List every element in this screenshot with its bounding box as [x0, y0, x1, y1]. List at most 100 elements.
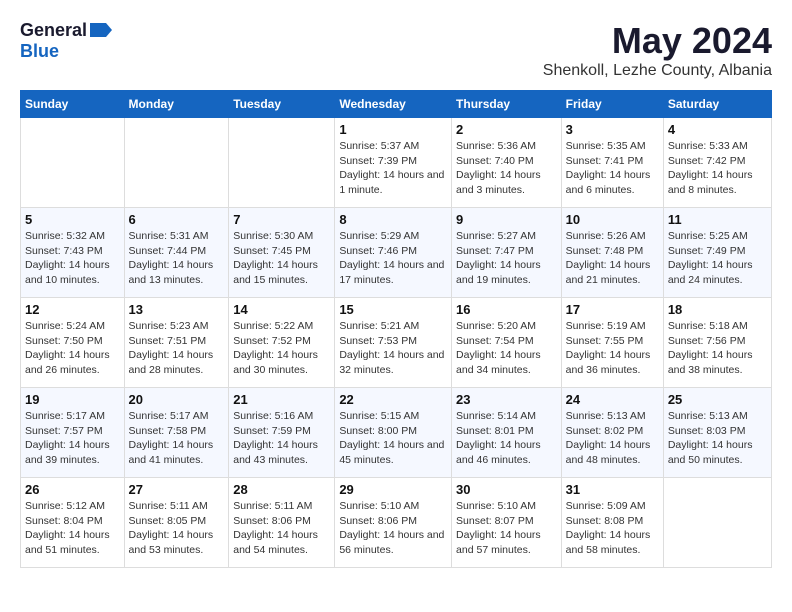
day-info: Sunrise: 5:16 AMSunset: 7:59 PMDaylight:… [233, 409, 330, 468]
day-number: 31 [566, 482, 659, 497]
header-day-saturday: Saturday [663, 91, 771, 118]
day-number: 6 [129, 212, 225, 227]
day-number: 30 [456, 482, 557, 497]
day-number: 13 [129, 302, 225, 317]
day-info: Sunrise: 5:26 AMSunset: 7:48 PMDaylight:… [566, 229, 659, 288]
calendar-cell: 31 Sunrise: 5:09 AMSunset: 8:08 PMDayligh… [561, 478, 663, 568]
day-number: 15 [339, 302, 447, 317]
calendar-week-row: 1Sunrise: 5:37 AMSunset: 7:39 PMDaylight… [21, 118, 772, 208]
calendar-cell: 21 Sunrise: 5:16 AMSunset: 7:59 PMDayligh… [229, 388, 335, 478]
day-number: 14 [233, 302, 330, 317]
day-number: 20 [129, 392, 225, 407]
day-info: Sunrise: 5:10 AMSunset: 8:06 PMDaylight:… [339, 499, 447, 558]
day-info: Sunrise: 5:27 AMSunset: 7:47 PMDaylight:… [456, 229, 557, 288]
calendar-cell: 6 Sunrise: 5:31 AMSunset: 7:44 PMDaylight… [124, 208, 229, 298]
header-day-friday: Friday [561, 91, 663, 118]
calendar-cell: 9 Sunrise: 5:27 AMSunset: 7:47 PMDaylight… [452, 208, 562, 298]
day-info: Sunrise: 5:21 AMSunset: 7:53 PMDaylight:… [339, 319, 447, 378]
logo: General Blue [20, 20, 112, 62]
day-info: Sunrise: 5:32 AMSunset: 7:43 PMDaylight:… [25, 229, 120, 288]
day-info: Sunrise: 5:10 AMSunset: 8:07 PMDaylight:… [456, 499, 557, 558]
day-number: 21 [233, 392, 330, 407]
calendar-cell: 12Sunrise: 5:24 AMSunset: 7:50 PMDayligh… [21, 298, 125, 388]
day-number: 29 [339, 482, 447, 497]
calendar-cell: 22Sunrise: 5:15 AMSunset: 8:00 PMDayligh… [335, 388, 452, 478]
day-number: 24 [566, 392, 659, 407]
day-info: Sunrise: 5:11 AMSunset: 8:05 PMDaylight:… [129, 499, 225, 558]
calendar-cell: 18 Sunrise: 5:18 AMSunset: 7:56 PMDayligh… [663, 298, 771, 388]
header-day-wednesday: Wednesday [335, 91, 452, 118]
header: General Blue May 2024 Shenkoll, Lezhe Co… [20, 20, 772, 80]
header-day-tuesday: Tuesday [229, 91, 335, 118]
day-info: Sunrise: 5:36 AMSunset: 7:40 PMDaylight:… [456, 139, 557, 198]
day-number: 25 [668, 392, 767, 407]
day-info: Sunrise: 5:14 AMSunset: 8:01 PMDaylight:… [456, 409, 557, 468]
day-number: 18 [668, 302, 767, 317]
day-info: Sunrise: 5:18 AMSunset: 7:56 PMDaylight:… [668, 319, 767, 378]
day-number: 23 [456, 392, 557, 407]
calendar-cell: 25 Sunrise: 5:13 AMSunset: 8:03 PMDayligh… [663, 388, 771, 478]
calendar-cell: 15 Sunrise: 5:21 AMSunset: 7:53 PMDayligh… [335, 298, 452, 388]
day-number: 10 [566, 212, 659, 227]
day-info: Sunrise: 5:24 AMSunset: 7:50 PMDaylight:… [25, 319, 120, 378]
calendar-cell [124, 118, 229, 208]
day-number: 9 [456, 212, 557, 227]
calendar-cell: 28Sunrise: 5:11 AMSunset: 8:06 PMDayligh… [229, 478, 335, 568]
calendar-header-row: SundayMondayTuesdayWednesdayThursdayFrid… [21, 91, 772, 118]
calendar-cell: 17Sunrise: 5:19 AMSunset: 7:55 PMDayligh… [561, 298, 663, 388]
calendar-cell [21, 118, 125, 208]
calendar-cell: 24 Sunrise: 5:13 AMSunset: 8:02 PMDayligh… [561, 388, 663, 478]
day-number: 16 [456, 302, 557, 317]
day-info: Sunrise: 5:29 AMSunset: 7:46 PMDaylight:… [339, 229, 447, 288]
day-info: Sunrise: 5:23 AMSunset: 7:51 PMDaylight:… [129, 319, 225, 378]
header-day-sunday: Sunday [21, 91, 125, 118]
day-info: Sunrise: 5:30 AMSunset: 7:45 PMDaylight:… [233, 229, 330, 288]
logo-general: General [20, 20, 87, 41]
day-number: 11 [668, 212, 767, 227]
day-info: Sunrise: 5:13 AMSunset: 8:02 PMDaylight:… [566, 409, 659, 468]
day-number: 2 [456, 122, 557, 137]
day-info: Sunrise: 5:20 AMSunset: 7:54 PMDaylight:… [456, 319, 557, 378]
day-number: 27 [129, 482, 225, 497]
day-number: 7 [233, 212, 330, 227]
calendar-cell: 19Sunrise: 5:17 AMSunset: 7:57 PMDayligh… [21, 388, 125, 478]
calendar-cell: 11Sunrise: 5:25 AMSunset: 7:49 PMDayligh… [663, 208, 771, 298]
title-area: May 2024 Shenkoll, Lezhe County, Albania [543, 20, 772, 80]
calendar-week-row: 19Sunrise: 5:17 AMSunset: 7:57 PMDayligh… [21, 388, 772, 478]
calendar-week-row: 5 Sunrise: 5:32 AMSunset: 7:43 PMDaylight… [21, 208, 772, 298]
calendar-cell: 13 Sunrise: 5:23 AMSunset: 7:51 PMDayligh… [124, 298, 229, 388]
day-info: Sunrise: 5:15 AMSunset: 8:00 PMDaylight:… [339, 409, 447, 468]
calendar-cell: 3Sunrise: 5:35 AMSunset: 7:41 PMDaylight… [561, 118, 663, 208]
calendar-cell: 2 Sunrise: 5:36 AMSunset: 7:40 PMDaylight… [452, 118, 562, 208]
header-day-monday: Monday [124, 91, 229, 118]
calendar-cell: 27 Sunrise: 5:11 AMSunset: 8:05 PMDayligh… [124, 478, 229, 568]
calendar-cell [663, 478, 771, 568]
calendar-cell: 10 Sunrise: 5:26 AMSunset: 7:48 PMDayligh… [561, 208, 663, 298]
calendar-cell: 23 Sunrise: 5:14 AMSunset: 8:01 PMDayligh… [452, 388, 562, 478]
day-info: Sunrise: 5:22 AMSunset: 7:52 PMDaylight:… [233, 319, 330, 378]
day-number: 1 [339, 122, 447, 137]
day-number: 4 [668, 122, 767, 137]
calendar-cell: 8 Sunrise: 5:29 AMSunset: 7:46 PMDaylight… [335, 208, 452, 298]
calendar-cell: 1Sunrise: 5:37 AMSunset: 7:39 PMDaylight… [335, 118, 452, 208]
month-title: May 2024 [543, 20, 772, 62]
day-number: 19 [25, 392, 120, 407]
day-number: 8 [339, 212, 447, 227]
day-info: Sunrise: 5:19 AMSunset: 7:55 PMDaylight:… [566, 319, 659, 378]
calendar-week-row: 26Sunrise: 5:12 AMSunset: 8:04 PMDayligh… [21, 478, 772, 568]
header-day-thursday: Thursday [452, 91, 562, 118]
logo-blue: Blue [20, 41, 59, 62]
day-info: Sunrise: 5:33 AMSunset: 7:42 PMDaylight:… [668, 139, 767, 198]
calendar-cell: 16 Sunrise: 5:20 AMSunset: 7:54 PMDayligh… [452, 298, 562, 388]
calendar-week-row: 12Sunrise: 5:24 AMSunset: 7:50 PMDayligh… [21, 298, 772, 388]
day-info: Sunrise: 5:31 AMSunset: 7:44 PMDaylight:… [129, 229, 225, 288]
day-info: Sunrise: 5:13 AMSunset: 8:03 PMDaylight:… [668, 409, 767, 468]
calendar-cell: 20Sunrise: 5:17 AMSunset: 7:58 PMDayligh… [124, 388, 229, 478]
day-number: 28 [233, 482, 330, 497]
day-info: Sunrise: 5:12 AMSunset: 8:04 PMDaylight:… [25, 499, 120, 558]
calendar-cell [229, 118, 335, 208]
day-number: 5 [25, 212, 120, 227]
day-info: Sunrise: 5:09 AMSunset: 8:08 PMDaylight:… [566, 499, 659, 558]
calendar-cell: 30 Sunrise: 5:10 AMSunset: 8:07 PMDayligh… [452, 478, 562, 568]
calendar-cell: 26Sunrise: 5:12 AMSunset: 8:04 PMDayligh… [21, 478, 125, 568]
